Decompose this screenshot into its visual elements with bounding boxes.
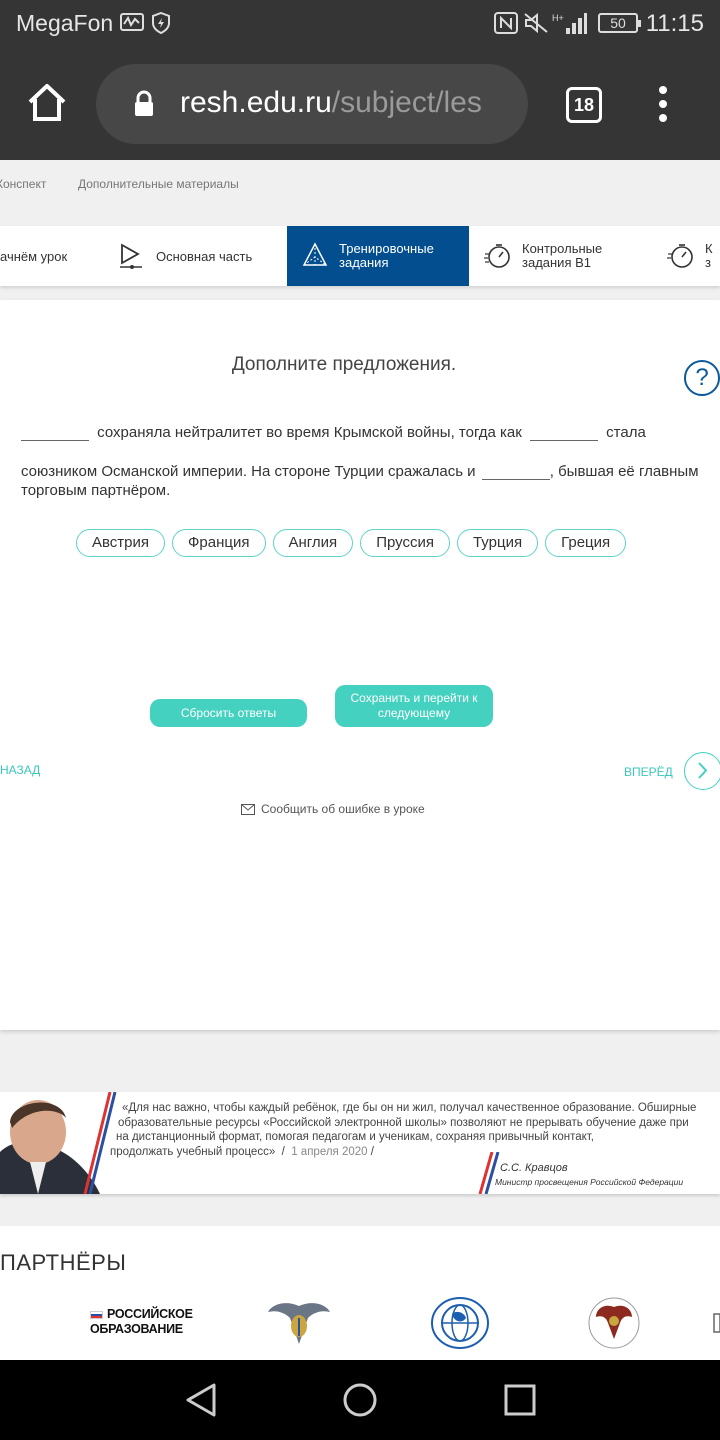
russian-education-logo[interactable]: РОССИЙСКОЕ ОБРАЗОВАНИЕ	[90, 1307, 193, 1337]
back-link[interactable]: НАЗАД	[0, 763, 40, 777]
option-chip[interactable]: Турция	[456, 529, 539, 557]
answer-blank-1[interactable]	[21, 411, 89, 441]
sentence-text: союзником Османской империи. На стороне …	[21, 463, 476, 480]
subnav-konspekt[interactable]: Конспект	[0, 177, 46, 191]
forward-link[interactable]: ВПЕРЁД	[624, 765, 673, 779]
flag-icon	[90, 1310, 103, 1319]
report-error-link[interactable]: Сообщить об ошибке в уроке	[241, 802, 425, 816]
activity-icon	[120, 12, 144, 37]
tab-switcher-button[interactable]: 18	[566, 87, 602, 123]
step-label: Основная часть	[156, 248, 253, 264]
lesson-steps: ачнём урок Основная часть Тренировочные …	[0, 226, 720, 286]
reset-answers-button[interactable]: Сбросить ответы	[150, 699, 307, 727]
quote-author-title: Министр просвещения Российской Федерации	[495, 1177, 684, 1187]
step-label: ачнём урок	[0, 248, 68, 264]
pyramid-icon	[302, 242, 328, 266]
historical-society-logo[interactable]	[586, 1297, 642, 1349]
option-chip[interactable]: Греция	[545, 529, 627, 557]
eagle-emblem-logo[interactable]	[266, 1298, 332, 1348]
sentence-text: сохраняла нейтралитет во время Крымской …	[97, 424, 522, 441]
help-button[interactable]: ?	[684, 360, 720, 396]
minister-photo	[0, 1092, 120, 1194]
step-control-tasks[interactable]: Контрольные задания В1	[484, 226, 644, 286]
option-chip[interactable]: Англия	[272, 529, 354, 557]
sentence-line-3: торговым партнёром.	[21, 482, 171, 499]
report-error-label: Сообщить об ошибке в уроке	[261, 802, 425, 816]
stopwatch-icon	[667, 244, 693, 268]
subnav-additional-materials[interactable]: Дополнительные материалы	[78, 177, 239, 191]
answer-blank-2[interactable]	[530, 411, 598, 441]
svg-text:H+: H+	[552, 13, 564, 23]
android-nav-bar	[0, 1360, 720, 1440]
partner-logo-cut[interactable]	[712, 1312, 720, 1334]
quote-date: 1 апреля 2020	[291, 1145, 368, 1158]
logo-text: РОССИЙСКОЕ	[107, 1307, 193, 1321]
option-chip[interactable]: Пруссия	[360, 529, 450, 557]
lesson-subnav: Конспект Дополнительные материалы	[0, 160, 720, 226]
answer-options: Австрия Франция Англия Пруссия Турция Гр…	[76, 529, 633, 557]
step-start-lesson[interactable]: ачнём урок	[0, 226, 110, 286]
chevron-right-icon[interactable]	[684, 752, 720, 790]
quote-line: продолжать учебный процесс»	[110, 1145, 276, 1158]
sentence-text: , бывшая её главным	[549, 463, 699, 480]
globe-society-logo[interactable]	[430, 1296, 490, 1350]
battery-icon: 50	[598, 13, 641, 33]
logo-text: ОБРАЗОВАНИЕ	[90, 1322, 183, 1336]
quote-line: образовательные ресурсы «Российской элек…	[118, 1116, 689, 1129]
home-nav-icon[interactable]	[342, 1382, 378, 1418]
nfc-icon	[494, 12, 518, 39]
quote-text: «Для нас важно, чтобы каждый ребёнок, гд…	[110, 1101, 720, 1159]
url-path: /subject/les	[331, 86, 482, 119]
step-training-tasks[interactable]: Тренировочные задания	[287, 226, 469, 286]
sentence-line-2: союзником Османской империи. На стороне …	[21, 450, 699, 480]
url-host: resh.edu.ru	[180, 86, 332, 119]
save-next-button[interactable]: Сохранить и перейти к следующему	[335, 685, 493, 727]
back-icon[interactable]	[184, 1382, 218, 1418]
quote-author: С.С. Кравцов	[500, 1162, 568, 1174]
step-label: Тренировочные задания	[339, 241, 434, 270]
quote-line: на дистанционный формат, помогая педагог…	[116, 1131, 594, 1143]
recents-icon[interactable]	[504, 1384, 536, 1416]
step-label: К з	[705, 241, 713, 270]
partners-title: ПАРТНЁРЫ	[0, 1250, 127, 1275]
envelope-icon	[241, 803, 255, 815]
sentence-text: стала	[606, 424, 646, 441]
option-chip[interactable]: Франция	[172, 529, 266, 557]
shield-icon	[151, 11, 171, 39]
carrier-name: MegaFon	[16, 10, 114, 36]
option-chip[interactable]: Австрия	[76, 529, 166, 557]
clock: 11:15	[645, 10, 704, 37]
signal-icon: H+	[552, 12, 588, 41]
play-icon	[120, 243, 142, 269]
step-label: Контрольные задания В1	[522, 241, 603, 270]
stopwatch-icon	[484, 244, 510, 268]
task-title: Дополните предложения.	[231, 354, 457, 375]
step-main-part[interactable]: Основная часть	[118, 226, 286, 286]
answer-blank-3[interactable]	[481, 450, 550, 480]
url-text[interactable]: resh.edu.ru/subject/les	[180, 86, 510, 120]
lock-icon	[134, 90, 154, 118]
menu-icon[interactable]	[657, 86, 669, 126]
step-control-tasks-2[interactable]: К з	[667, 226, 720, 286]
home-icon[interactable]	[26, 82, 68, 124]
task-card	[0, 300, 720, 1030]
sentence-line-1: сохраняла нейтралитет во время Крымской …	[21, 411, 646, 441]
quote-line: «Для нас важно, чтобы каждый ребёнок, гд…	[122, 1102, 697, 1114]
mute-icon	[523, 12, 549, 39]
status-bar: MegaFon H+ 50 11:15	[0, 0, 720, 50]
